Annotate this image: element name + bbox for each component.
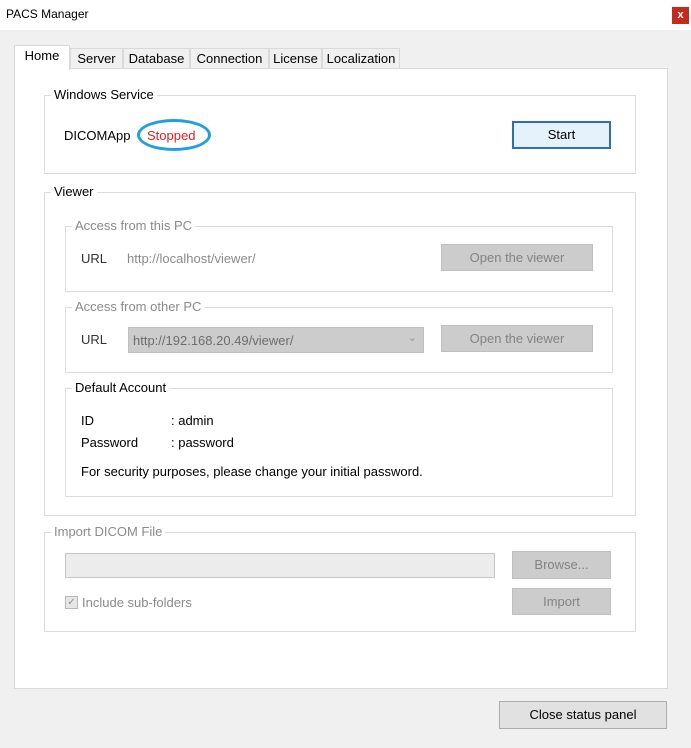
subfolders-label: Include sub-folders xyxy=(82,595,192,610)
close-status-panel-button[interactable]: Close status panel xyxy=(499,701,667,729)
remote-url-value: http://192.168.20.49/viewer/ xyxy=(133,333,294,348)
import-path-field[interactable] xyxy=(65,553,495,578)
import-dicom-legend: Import DICOM File xyxy=(51,524,166,540)
default-account-legend: Default Account xyxy=(72,380,170,396)
close-icon[interactable]: x xyxy=(672,7,689,24)
url-label: URL xyxy=(81,332,108,347)
tab-database[interactable]: Database xyxy=(123,48,190,70)
tab-server[interactable]: Server xyxy=(70,48,123,70)
access-other-pc-group: Access from other PC URL http://192.168.… xyxy=(65,299,613,373)
home-panel: Windows Service DICOMApp Stopped Start V… xyxy=(14,68,668,689)
id-value: : admin xyxy=(171,413,214,428)
tab-connection[interactable]: Connection xyxy=(190,48,269,70)
windows-service-legend: Windows Service xyxy=(51,87,157,103)
access-this-pc-legend: Access from this PC xyxy=(72,218,196,234)
start-button[interactable]: Start xyxy=(512,121,611,149)
chevron-down-icon: ⌄ xyxy=(407,332,417,344)
password-value: : password xyxy=(171,435,234,450)
title-bar: PACS Manager x xyxy=(0,0,691,30)
window-title: PACS Manager xyxy=(6,7,89,21)
access-other-pc-legend: Access from other PC xyxy=(72,299,205,315)
service-status: Stopped xyxy=(147,128,196,143)
password-label: Password xyxy=(81,435,139,450)
open-viewer-remote-button[interactable]: Open the viewer xyxy=(441,325,593,352)
import-dicom-group: Import DICOM File Browse... ✓ Include su… xyxy=(44,524,636,632)
open-viewer-local-button[interactable]: Open the viewer xyxy=(441,244,593,271)
id-label: ID xyxy=(81,413,94,428)
import-button[interactable]: Import xyxy=(512,588,611,615)
default-account-group: Default Account ID : admin Password : pa… xyxy=(65,380,613,497)
browse-button[interactable]: Browse... xyxy=(512,551,611,579)
viewer-legend: Viewer xyxy=(51,184,97,200)
tab-home[interactable]: Home xyxy=(14,45,70,70)
service-name: DICOMApp xyxy=(64,128,131,143)
check-icon[interactable]: ✓ xyxy=(65,596,78,609)
local-url-value: http://localhost/viewer/ xyxy=(127,251,256,266)
tab-localization[interactable]: Localization xyxy=(322,48,400,70)
windows-service-group: Windows Service DICOMApp Stopped Start xyxy=(44,87,636,174)
url-label: URL xyxy=(81,251,108,266)
viewer-group: Viewer Access from this PC URL http://lo… xyxy=(44,184,636,516)
remote-url-select[interactable]: http://192.168.20.49/viewer/ ⌄ xyxy=(128,327,424,353)
tab-license[interactable]: License xyxy=(269,48,322,70)
access-this-pc-group: Access from this PC URL http://localhost… xyxy=(65,218,613,292)
security-note: For security purposes, please change you… xyxy=(81,464,423,479)
